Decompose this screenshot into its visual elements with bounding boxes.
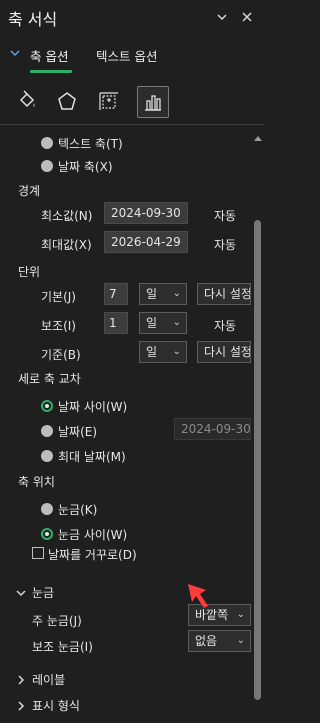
axis-options-button[interactable] bbox=[137, 86, 169, 118]
tab-text-options[interactable]: 텍스트 옵션 bbox=[96, 46, 157, 65]
min-bound-input[interactable]: 2024-09-30 bbox=[104, 202, 188, 224]
options-tabs: 축 옵션 텍스트 옵션 bbox=[0, 44, 264, 74]
chevron-down-icon[interactable] bbox=[10, 48, 20, 61]
chevron-down-icon: ⌄ bbox=[172, 288, 181, 299]
crosses-max-date-radio[interactable] bbox=[41, 450, 53, 462]
base-reset-button[interactable]: 다시 설정 bbox=[197, 341, 251, 363]
size-properties-icon bbox=[99, 92, 118, 110]
tick-marks-header[interactable]: 눈금 bbox=[32, 584, 54, 601]
pointer-arrow-icon bbox=[184, 582, 214, 613]
reverse-order-label: 날짜를 거꾸로(D) bbox=[48, 548, 137, 562]
chevron-down-icon: ⌄ bbox=[236, 635, 245, 646]
major-unit-label: 기본(J) bbox=[41, 290, 76, 304]
max-label: 최대값(X) bbox=[41, 238, 92, 252]
major-unit-select-value: 일 bbox=[146, 287, 158, 301]
on-tick-marks-label: 눈금(K) bbox=[58, 503, 98, 517]
minor-unit-select[interactable]: 일 ⌄ bbox=[139, 312, 187, 334]
chevron-right-icon[interactable] bbox=[16, 674, 26, 688]
vertical-scrollbar[interactable] bbox=[251, 124, 264, 723]
major-unit-select[interactable]: 일 ⌄ bbox=[139, 283, 187, 305]
minor-tick-label: 보조 눈금(I) bbox=[32, 640, 93, 654]
minor-auto-button[interactable]: 자동 bbox=[214, 317, 236, 334]
size-properties-button[interactable] bbox=[94, 86, 124, 116]
minor-unit-select-value: 일 bbox=[146, 316, 158, 330]
minor-unit-label: 보조(I) bbox=[41, 319, 76, 333]
max-auto-button[interactable]: 자동 bbox=[214, 236, 236, 253]
minor-tick-select[interactable]: 없음 ⌄ bbox=[188, 630, 251, 652]
text-axis-label: 텍스트 축(T) bbox=[58, 137, 123, 151]
text-axis-radio[interactable] bbox=[41, 137, 53, 149]
close-icon[interactable] bbox=[240, 10, 254, 24]
date-axis-label: 날짜 축(X) bbox=[58, 160, 113, 174]
crosses-at-date-radio[interactable] bbox=[41, 425, 53, 437]
minor-unit-input[interactable]: 1 bbox=[104, 312, 128, 334]
number-format-header[interactable]: 표시 형식 bbox=[32, 697, 80, 714]
between-tick-marks-label: 눈금 사이(W) bbox=[58, 528, 128, 542]
crosses-header: 세로 축 교차 bbox=[18, 372, 81, 386]
major-tick-label: 주 눈금(J) bbox=[32, 614, 82, 628]
divider bbox=[0, 124, 264, 125]
bounds-header: 경계 bbox=[18, 184, 41, 198]
tab-axis-options[interactable]: 축 옵션 bbox=[30, 46, 68, 65]
units-header: 단위 bbox=[18, 265, 41, 279]
chevron-down-icon: ⌄ bbox=[236, 609, 245, 620]
major-reset-label: 다시 설정 bbox=[204, 287, 251, 301]
on-tick-marks-radio[interactable] bbox=[41, 503, 53, 515]
scroll-up-arrow-icon[interactable] bbox=[254, 130, 262, 144]
labels-header[interactable]: 레이블 bbox=[32, 671, 65, 688]
date-axis-radio[interactable] bbox=[41, 160, 53, 172]
pane-title: 축 서식 bbox=[8, 10, 58, 29]
pentagon-icon bbox=[58, 92, 76, 110]
crosses-date-input[interactable]: 2024-09-30 bbox=[174, 418, 251, 440]
major-unit-input[interactable]: 7 bbox=[104, 283, 128, 305]
chevron-right-icon[interactable] bbox=[16, 700, 26, 714]
crosses-between-dates-label: 날짜 사이(W) bbox=[58, 400, 128, 414]
base-unit-label: 기준(B) bbox=[41, 348, 81, 362]
min-label: 최소값(N) bbox=[41, 209, 93, 223]
base-unit-select-value: 일 bbox=[146, 345, 158, 359]
base-reset-label: 다시 설정 bbox=[204, 345, 251, 359]
bar-chart-icon bbox=[145, 95, 161, 111]
active-tab-indicator bbox=[30, 70, 72, 73]
paint-bucket-icon bbox=[19, 90, 35, 108]
max-bound-input[interactable]: 2026-04-29 bbox=[104, 231, 188, 253]
crosses-max-date-label: 최대 날짜(M) bbox=[58, 450, 126, 464]
effects-button[interactable] bbox=[52, 86, 82, 116]
reverse-order-checkbox[interactable] bbox=[32, 547, 44, 559]
chevron-down-icon[interactable] bbox=[215, 10, 229, 24]
between-tick-marks-radio[interactable] bbox=[41, 528, 53, 540]
scrollbar-thumb[interactable] bbox=[254, 220, 261, 700]
min-auto-button[interactable]: 자동 bbox=[214, 207, 236, 224]
crosses-at-date-label: 날짜(E) bbox=[58, 425, 98, 439]
major-reset-button[interactable]: 다시 설정 bbox=[197, 283, 251, 305]
chevron-down-icon: ⌄ bbox=[172, 346, 181, 357]
crosses-between-dates-radio[interactable] bbox=[41, 400, 53, 412]
axis-position-header: 축 위치 bbox=[18, 475, 55, 489]
chevron-down-icon: ⌄ bbox=[172, 317, 181, 328]
fill-line-button[interactable] bbox=[12, 86, 42, 116]
chevron-down-icon[interactable] bbox=[16, 587, 26, 601]
base-unit-select[interactable]: 일 ⌄ bbox=[139, 341, 187, 363]
minor-tick-select-value: 없음 bbox=[195, 634, 218, 648]
